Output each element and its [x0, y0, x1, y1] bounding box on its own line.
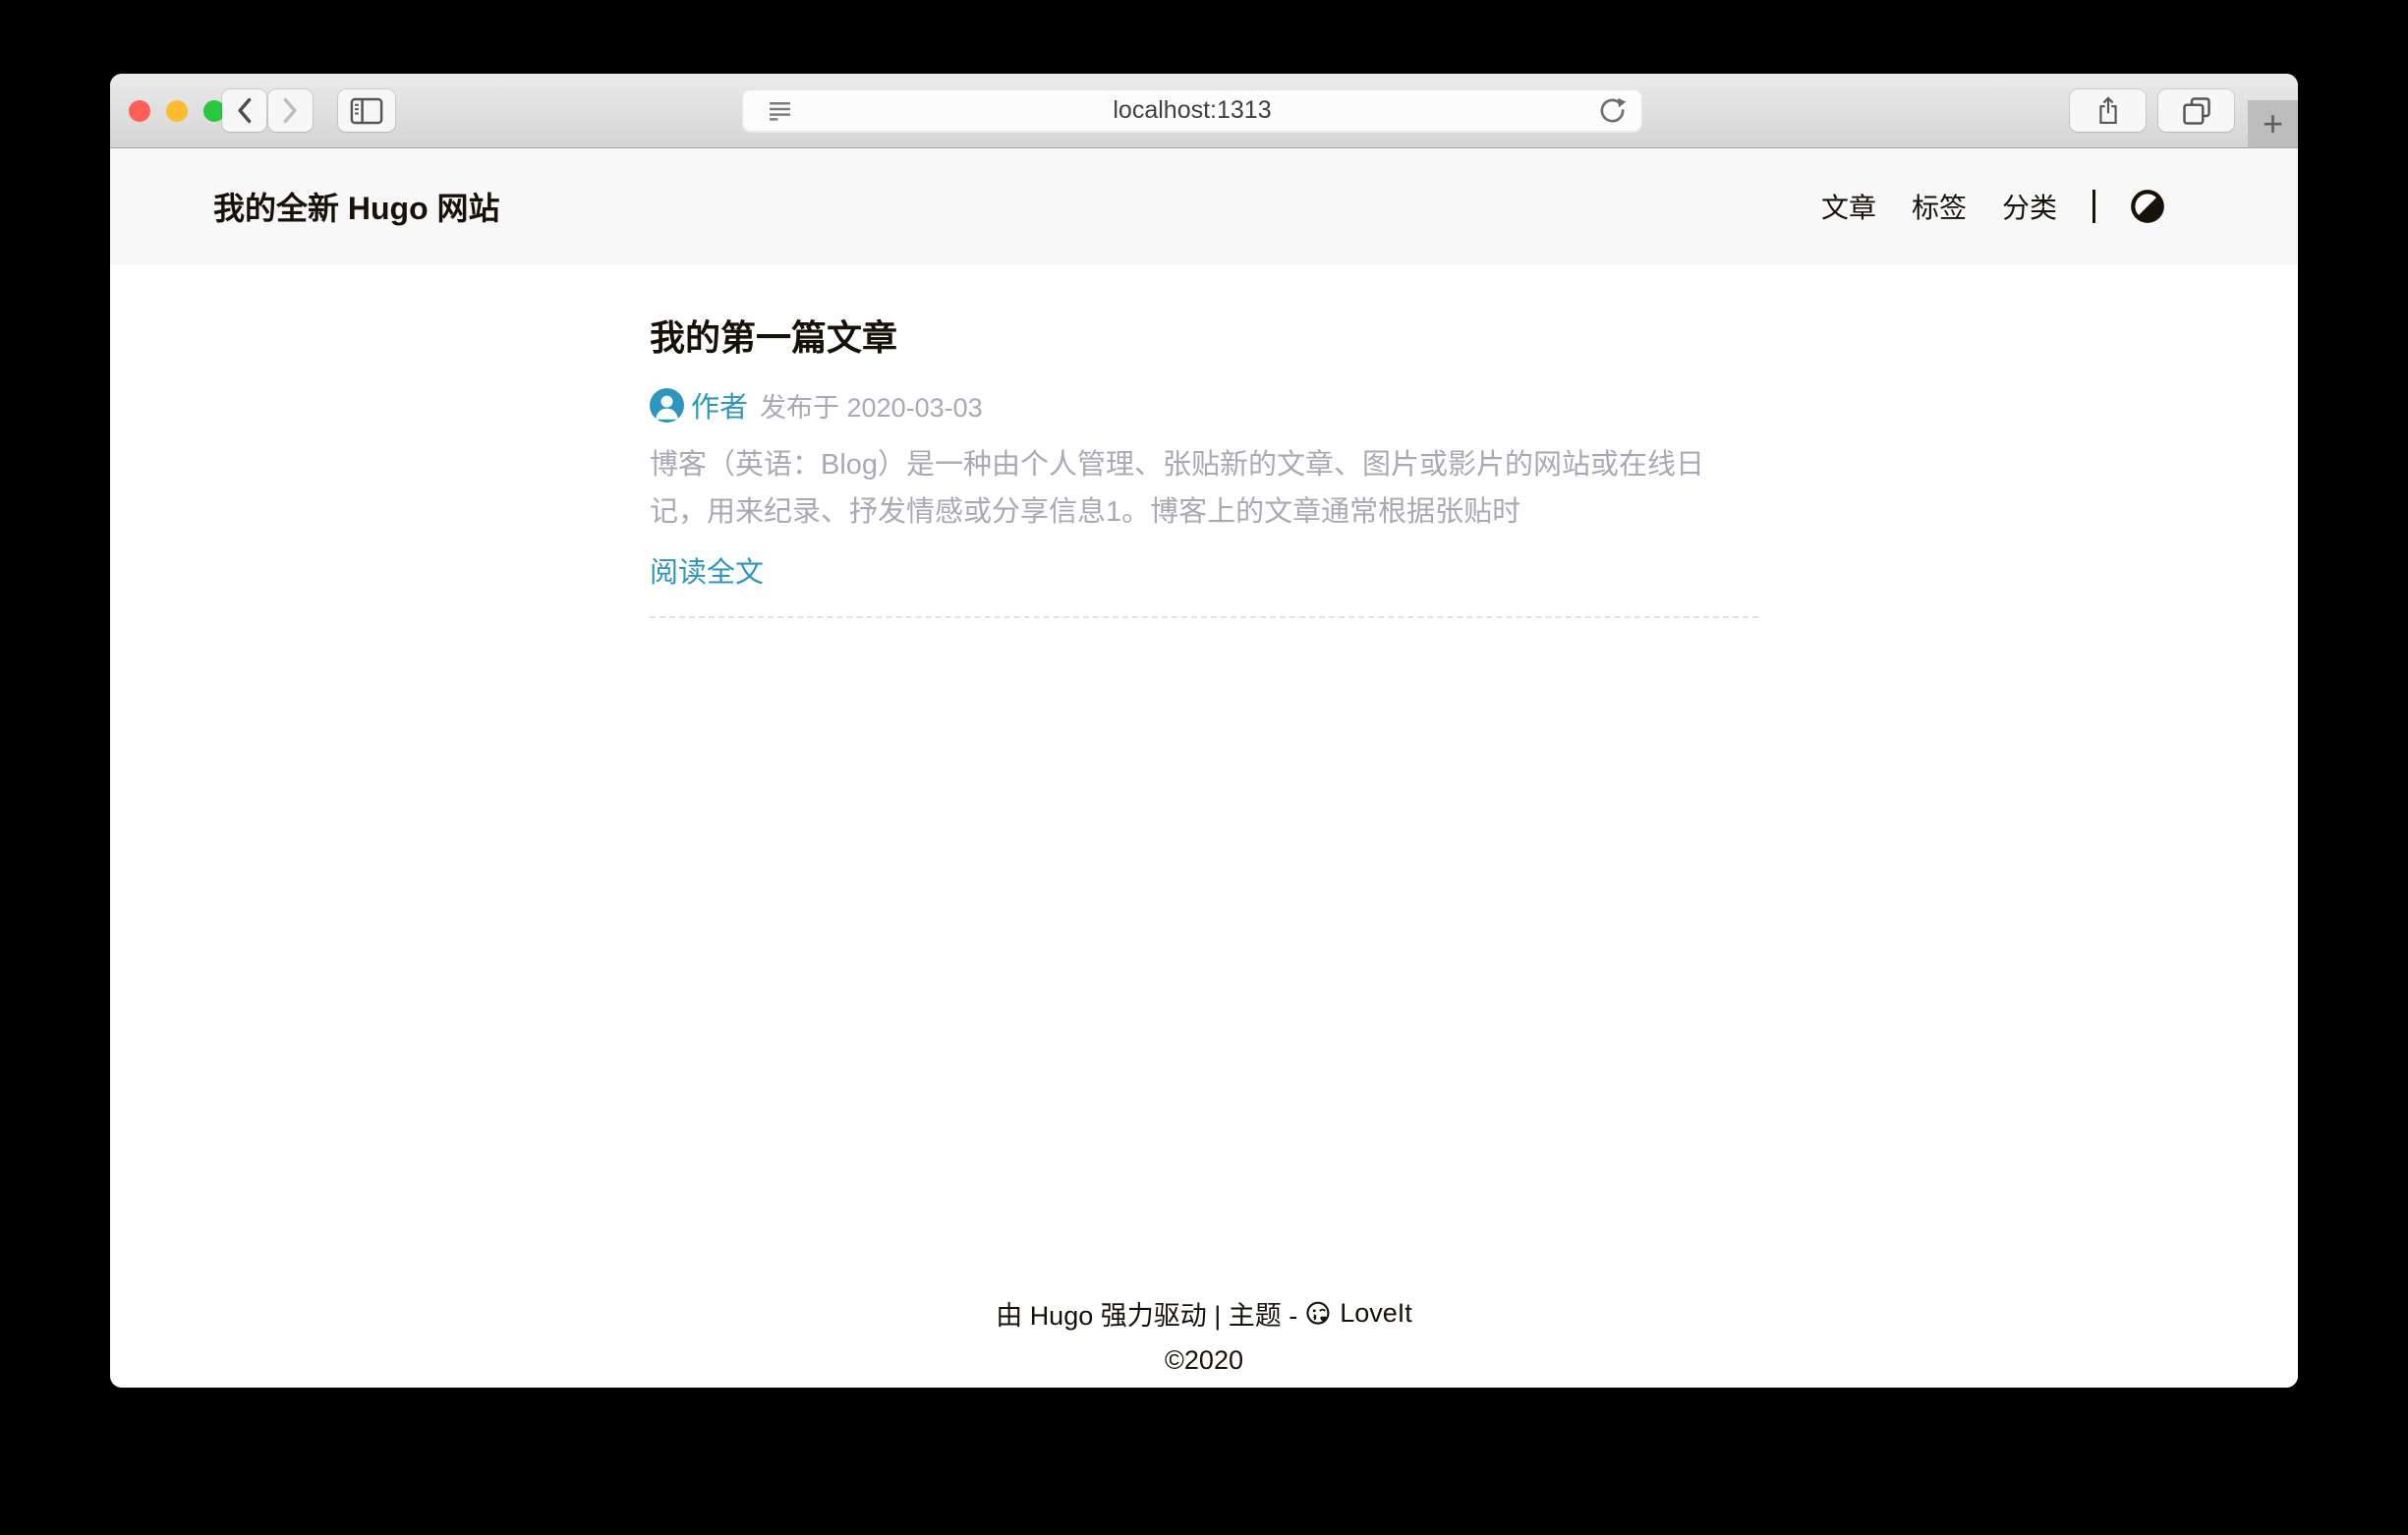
post-summary: 博客（英语：Blog）是一种由个人管理、张贴新的文章、图片或影片的网站或在线日记…: [650, 441, 1758, 536]
published-date: 2020-03-03: [847, 393, 983, 423]
traffic-lights: [129, 100, 225, 122]
tab-overview-icon: [2182, 96, 2211, 126]
reload-icon[interactable]: [1598, 96, 1627, 125]
sidebar-panel-icon: [350, 97, 383, 125]
author-link[interactable]: 作者: [691, 384, 748, 426]
tab-overview-button[interactable]: [2158, 89, 2234, 132]
contrast-circle-icon: [2131, 190, 2164, 223]
nav-separator: [2093, 190, 2095, 223]
chevron-left-icon: [235, 96, 254, 125]
post-preview: 我的第一篇文章 作者 发布于 2020-03-03: [650, 310, 1758, 618]
new-tab-button[interactable]: +: [2248, 100, 2298, 147]
user-circle-icon: [650, 388, 684, 423]
nav-item-tags[interactable]: 标签: [1912, 187, 1967, 226]
post-meta: 作者 发布于 2020-03-03: [650, 384, 1758, 426]
post-divider: [650, 616, 1758, 618]
kiss-wink-heart-icon: [1305, 1300, 1332, 1327]
nav-item-categories[interactable]: 分类: [2002, 187, 2057, 226]
plus-icon: +: [2263, 103, 2283, 144]
theme-toggle-button[interactable]: [2131, 190, 2164, 223]
browser-window: localhost:1313: [110, 74, 2298, 1388]
chevron-right-icon: [281, 96, 300, 125]
main-content: 我的第一篇文章 作者 发布于 2020-03-03: [110, 264, 2298, 1294]
theme-name-link[interactable]: LoveIt: [1340, 1298, 1412, 1329]
site-title[interactable]: 我的全新 Hugo 网站: [213, 184, 500, 229]
footer-powered-line: 由 Hugo 强力驱动 | 主题 - LoveIt: [110, 1294, 2298, 1333]
site-header: 我的全新 Hugo 网站 文章 标签 分类: [110, 148, 2298, 264]
post-title[interactable]: 我的第一篇文章: [650, 310, 1758, 361]
back-button[interactable]: [222, 89, 266, 132]
reader-mode-icon[interactable]: [768, 99, 792, 122]
share-icon: [2095, 95, 2121, 126]
url-text: localhost:1313: [742, 96, 1642, 125]
address-bar[interactable]: localhost:1313: [742, 89, 1642, 132]
published-info: 发布于 2020-03-03: [760, 386, 983, 425]
nav-item-posts[interactable]: 文章: [1821, 187, 1876, 226]
share-button[interactable]: [2070, 89, 2146, 132]
copyright-text: ©2020: [110, 1345, 2298, 1376]
minimize-window-button[interactable]: [166, 100, 188, 122]
screenshot-root: localhost:1313: [0, 0, 2408, 1535]
site-footer: 由 Hugo 强力驱动 | 主题 - LoveIt ©2020: [110, 1294, 2298, 1388]
web-page: 我的全新 Hugo 网站 文章 标签 分类: [110, 148, 2298, 1388]
site-nav: 文章 标签 分类: [1821, 187, 2164, 226]
close-window-button[interactable]: [129, 100, 150, 122]
published-label: 发布于: [760, 393, 839, 423]
forward-button[interactable]: [268, 89, 313, 132]
read-more-link[interactable]: 阅读全文: [650, 549, 764, 591]
browser-toolbar: localhost:1313: [110, 74, 2298, 148]
sidebar-toggle-button[interactable]: [338, 89, 395, 132]
powered-by-text: 由 Hugo 强力驱动 | 主题 -: [996, 1294, 1297, 1333]
